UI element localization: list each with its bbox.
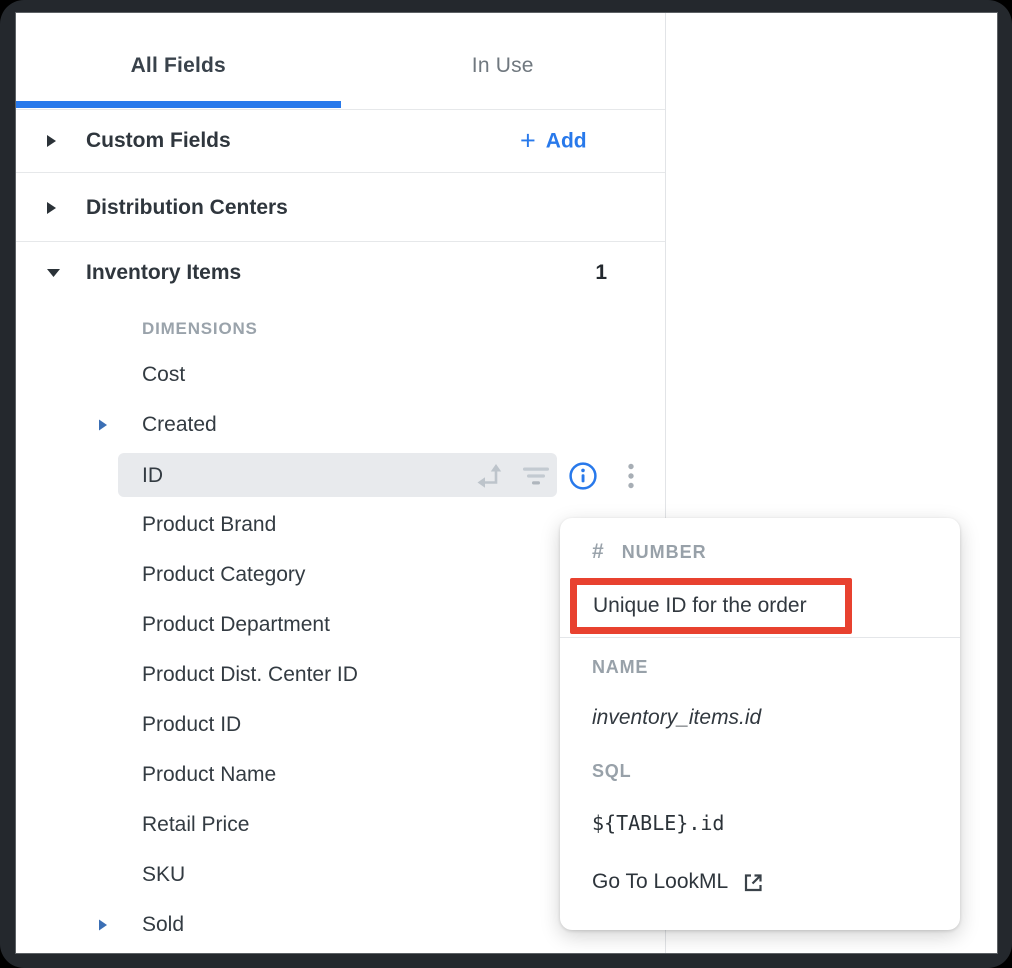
- section-distribution-centers-label: Distribution Centers: [86, 196, 288, 220]
- popover-divider: [560, 637, 960, 638]
- caret-right-icon[interactable]: [98, 919, 108, 932]
- field-label[interactable]: Product Dist. Center ID: [142, 663, 358, 687]
- field-label[interactable]: Created: [142, 413, 217, 437]
- field-label[interactable]: Product Name: [142, 763, 276, 787]
- section-inventory-items-label: Inventory Items: [86, 261, 241, 285]
- section-distribution-centers[interactable]: Distribution Centers: [16, 174, 665, 242]
- caret-down-icon[interactable]: [46, 268, 61, 278]
- field-label[interactable]: Product Brand: [142, 513, 276, 537]
- field-row-id[interactable]: ID: [16, 453, 665, 499]
- field-row-cost[interactable]: Cost: [16, 352, 665, 398]
- tab-all-fields-label: All Fields: [131, 54, 226, 78]
- field-type-label: NUMBER: [622, 542, 707, 563]
- active-tab-underline: [16, 101, 341, 108]
- section-custom-fields[interactable]: Custom Fields + Add: [16, 110, 665, 173]
- name-section-label: NAME: [592, 657, 648, 678]
- field-label[interactable]: SKU: [142, 863, 185, 887]
- pivot-icon[interactable]: [477, 464, 503, 489]
- field-sql-value: ${TABLE}.id: [592, 811, 724, 835]
- app-window: All Fields In Use Custom Fields + Add Di…: [16, 13, 997, 953]
- dimensions-group-header: DIMENSIONS: [142, 319, 258, 339]
- add-custom-field-label: Add: [546, 129, 587, 153]
- section-inventory-items[interactable]: Inventory Items 1: [16, 243, 665, 303]
- tab-in-use[interactable]: In Use: [341, 13, 666, 109]
- field-description: Unique ID for the order: [577, 594, 807, 618]
- number-type-icon: #: [592, 540, 604, 564]
- section-custom-fields-label: Custom Fields: [86, 129, 231, 153]
- plus-icon: +: [520, 128, 536, 155]
- more-options-icon[interactable]: [627, 463, 635, 490]
- go-to-lookml-link[interactable]: Go To LookML: [592, 870, 765, 894]
- tab-all-fields[interactable]: All Fields: [16, 13, 341, 109]
- field-label[interactable]: ID: [142, 464, 163, 488]
- field-label[interactable]: Product Category: [142, 563, 305, 587]
- external-link-icon: [742, 871, 765, 894]
- field-details-popover: # NUMBER Unique ID for the order NAME in…: [560, 518, 960, 930]
- field-row-created[interactable]: Created: [16, 402, 665, 448]
- info-icon[interactable]: [568, 461, 598, 491]
- field-label[interactable]: Product Department: [142, 613, 330, 637]
- field-label[interactable]: Sold: [142, 913, 184, 937]
- fields-in-use-count: 1: [571, 261, 607, 285]
- field-name-value: inventory_items.id: [592, 706, 761, 730]
- caret-right-icon[interactable]: [98, 419, 108, 432]
- go-to-lookml-label: Go To LookML: [592, 870, 728, 894]
- caret-right-icon[interactable]: [46, 201, 57, 215]
- field-type-row: # NUMBER: [592, 540, 707, 564]
- field-label[interactable]: Cost: [142, 363, 185, 387]
- annotation-highlight: Unique ID for the order: [570, 578, 852, 634]
- caret-right-icon[interactable]: [46, 134, 57, 148]
- add-custom-field-button[interactable]: + Add: [520, 128, 587, 155]
- field-picker-tabbar: All Fields In Use: [16, 13, 665, 110]
- sql-section-label: SQL: [592, 761, 631, 782]
- field-label[interactable]: Product ID: [142, 713, 241, 737]
- filter-icon[interactable]: [522, 466, 550, 486]
- tab-in-use-label: In Use: [472, 54, 534, 78]
- field-label[interactable]: Retail Price: [142, 813, 249, 837]
- screenshot-frame: All Fields In Use Custom Fields + Add Di…: [0, 0, 1012, 968]
